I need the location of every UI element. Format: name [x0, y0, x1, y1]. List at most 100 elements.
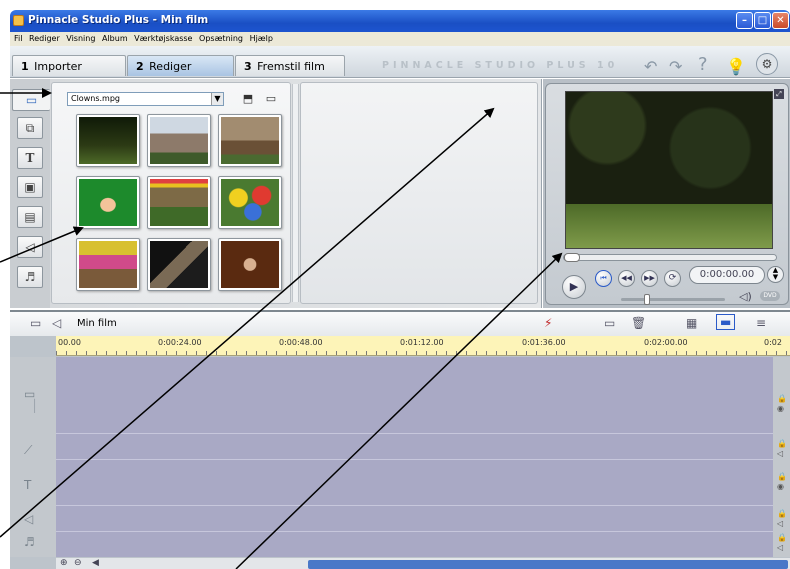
folder-up-icon[interactable]: ⬒ — [241, 92, 255, 106]
disc-menu-icon[interactable]: ▤ — [17, 206, 43, 228]
video-camera-icon[interactable]: ▭ — [30, 316, 41, 330]
text-view-icon[interactable]: ≡ — [756, 316, 766, 330]
speaker-icon[interactable]: ◁ — [777, 519, 783, 528]
sound-effects-icon[interactable]: ◁ — [17, 236, 43, 258]
redo-icon[interactable]: ↷ — [669, 57, 682, 76]
rewind-button[interactable]: ◀◀ — [618, 270, 635, 287]
ruler-tick: 0:02:00.00 — [644, 338, 688, 347]
speaker-icon[interactable]: ◁) — [739, 290, 752, 303]
folder-icon[interactable]: ▭ — [264, 92, 278, 106]
volume-slider-handle[interactable] — [644, 294, 650, 305]
transitions-icon[interactable]: ⧉ — [17, 117, 43, 139]
track-header-column: ▭ │ ⟋ T ◁ ♬ — [10, 357, 56, 557]
render-icon[interactable]: ⚙ — [756, 53, 778, 75]
close-button[interactable]: ✕ — [772, 12, 789, 29]
fast-forward-button[interactable]: ▶▶ — [641, 270, 658, 287]
movie-title: Min film — [77, 318, 117, 329]
eye-icon[interactable]: ◉ — [777, 404, 784, 413]
fullscreen-icon[interactable]: ⤢ — [774, 89, 784, 99]
speaker-icon[interactable]: ◁ — [777, 449, 783, 458]
help-icon[interactable]: ? — [698, 54, 708, 75]
menu-toolbox[interactable]: Værktøjskasse — [134, 32, 192, 46]
scene-thumbnail[interactable] — [218, 114, 282, 167]
scene-thumbnail[interactable] — [76, 176, 140, 229]
timecode-spinner[interactable]: ▲ ▼ — [767, 266, 784, 283]
scrubber-bar[interactable] — [563, 253, 777, 262]
preview-screen — [565, 91, 773, 249]
window-title: Pinnacle Studio Plus - Min film — [28, 14, 209, 26]
eye-icon[interactable]: ◉ — [777, 482, 784, 491]
timeline-view-icon[interactable]: ▬ — [716, 314, 736, 330]
volume-slider[interactable] — [621, 294, 725, 305]
ruler-tick: 0:01:12.00 — [400, 338, 444, 347]
menu-setup[interactable]: Opsætning — [199, 32, 243, 46]
menu-file[interactable]: Fil — [14, 32, 22, 46]
scene-thumbnail[interactable] — [147, 238, 211, 291]
scene-thumbnail[interactable] — [218, 238, 282, 291]
tab-edit-label: Rediger — [149, 60, 192, 73]
menu-view[interactable]: Visning — [66, 32, 95, 46]
scene-thumbnail[interactable] — [76, 238, 140, 291]
track-divider — [56, 459, 773, 460]
undo-icon[interactable]: ↶ — [644, 57, 657, 76]
scene-thumbnail[interactable] — [218, 176, 282, 229]
album-left-page: Clowns.mpg ▼ ⬒ ▭ — [51, 82, 291, 304]
tab-make-movie[interactable]: 3 Fremstil film — [235, 55, 345, 76]
track-divider — [56, 531, 773, 532]
speaker-icon[interactable]: ◁ — [777, 543, 783, 552]
speaker-icon[interactable]: ◁ — [52, 316, 61, 330]
source-file-select[interactable]: Clowns.mpg ▼ — [67, 92, 224, 106]
tab-import[interactable]: 1 Importer — [12, 55, 126, 76]
album-panel: ▭ ⧉ T ▣ ▤ ◁ ♬ Clowns.mpg ▼ ⬒ ▭ — [10, 79, 542, 308]
ruler-tick-marks — [56, 351, 790, 355]
minimize-button[interactable]: – — [736, 12, 753, 29]
tab-make-movie-label: Fremstil film — [257, 60, 325, 73]
zoom-out-icon[interactable]: ⊖ — [74, 558, 82, 568]
storyboard-view-icon[interactable]: ▦ — [686, 316, 697, 330]
trash-icon[interactable]: 🗑 — [631, 316, 646, 330]
menu-edit[interactable]: Rediger — [29, 32, 60, 46]
brand-logo-text: PINNACLE STUDIO PLUS 10 — [382, 60, 619, 71]
title-icon[interactable]: T — [17, 147, 43, 169]
lock-icon[interactable]: 🔒 — [777, 472, 787, 481]
go-to-start-button[interactable]: ⏮ — [595, 270, 612, 287]
dvd-playback-icon[interactable]: DVD — [760, 291, 780, 301]
video-camera-icon[interactable]: ▭ — [12, 89, 50, 111]
scene-thumbnail[interactable] — [76, 114, 140, 167]
loop-button[interactable]: ⟳ — [664, 270, 681, 287]
menu-help[interactable]: Hjælp — [250, 32, 273, 46]
lightbulb-icon[interactable]: 💡 — [726, 57, 746, 76]
music-icon[interactable]: ♬ — [17, 266, 43, 288]
track-controls-column: 🔒 ◉ 🔒 ◁ 🔒 ◉ 🔒 ◁ 🔒 ◁ — [773, 357, 790, 557]
track-divider — [56, 433, 773, 434]
scroll-left-icon[interactable]: ◀ — [92, 558, 99, 568]
album-right-page — [300, 82, 538, 304]
scene-thumbnail[interactable] — [147, 176, 211, 229]
scrollbar-thumb[interactable] — [308, 560, 788, 569]
photo-icon[interactable]: ▣ — [17, 176, 43, 198]
timeline-horizontal-scrollbar[interactable]: ⊕ ⊖ ◀ — [56, 558, 790, 569]
timeline-tracks[interactable] — [56, 357, 773, 557]
chevron-down-icon[interactable]: ▼ — [211, 93, 223, 105]
timeline-panel: ▭ ◁ Min film ⚡ ▭ 🗑 ▦ ▬ ≡ 00.00 0:00:24.0… — [10, 310, 790, 569]
scene-thumbnail[interactable] — [147, 114, 211, 167]
play-button[interactable]: ▶ — [562, 275, 586, 299]
tab-edit[interactable]: 2 Rediger — [127, 55, 234, 76]
track-divider — [56, 505, 773, 506]
zoom-in-icon[interactable]: ⊕ — [60, 558, 68, 568]
player-frame: ⤢ ▶ ⏮ ◀◀ ▶▶ ⟳ 0:00:00.00 ▲ ▼ ◁) DVD — [545, 83, 789, 305]
lock-icon[interactable]: 🔒 — [777, 509, 787, 518]
timecode-display[interactable]: 0:00:00.00 — [689, 266, 765, 284]
album-tab-column: ▭ ⧉ T ▣ ▤ ◁ ♬ — [10, 79, 50, 308]
lock-icon[interactable]: 🔒 — [777, 533, 787, 542]
razor-split-icon[interactable]: ▭ — [604, 316, 615, 330]
menu-album[interactable]: Album — [102, 32, 128, 46]
lock-icon[interactable]: 🔒 — [777, 394, 787, 403]
timeline-ruler[interactable]: 00.00 0:00:24.00 0:00:48.00 0:01:12.00 0… — [56, 336, 790, 356]
maximize-button[interactable]: □ — [754, 12, 771, 29]
sound-effect-track-icon: ◁ — [24, 512, 34, 526]
scrubber-handle[interactable] — [564, 253, 580, 262]
lock-icon[interactable]: 🔒 — [777, 439, 787, 448]
mute-audio-scrub-icon[interactable]: ⚡ — [544, 316, 552, 330]
video-player-panel: ⤢ ▶ ⏮ ◀◀ ▶▶ ⟳ 0:00:00.00 ▲ ▼ ◁) DVD — [543, 79, 790, 308]
